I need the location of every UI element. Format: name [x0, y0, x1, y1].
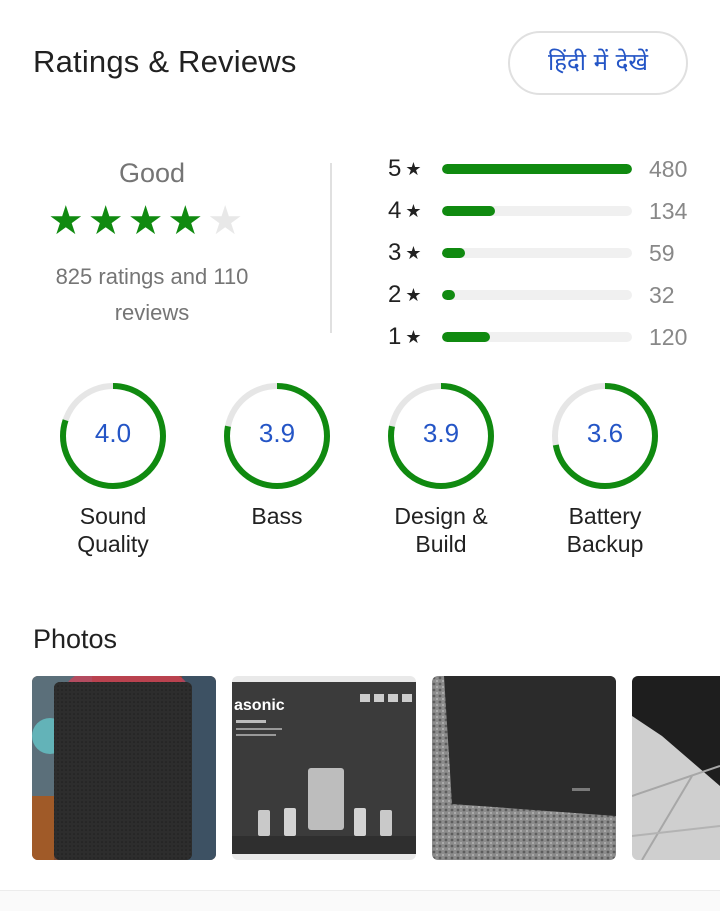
speaker-box-photo: asonic — [232, 676, 416, 860]
star-filled-icon: ★ — [167, 198, 204, 244]
rating-bar-fill — [442, 248, 465, 258]
photos-heading: Photos — [33, 624, 118, 654]
next-section-edge — [0, 890, 720, 911]
box-brand-text: asonic — [234, 697, 285, 714]
rating-count: 480 — [649, 155, 688, 182]
star-level-number: 2 — [388, 281, 402, 308]
star-empty-icon: ★ — [207, 198, 244, 244]
rating-verdict: Good — [118, 158, 186, 188]
aspect-gauge[interactable]: 3.6 Battery Backup — [530, 380, 680, 558]
star-icon: ★ — [405, 242, 422, 264]
aspect-gauge[interactable]: 4.0 Sound Quality — [38, 380, 188, 558]
rating-summary: Good ★ ★ ★ ★ ★ 825 ratings and 110 reviews — [30, 152, 274, 331]
star-level-number: 4 — [388, 197, 402, 224]
star-rating: ★ ★ ★ ★ ★ — [17, 201, 274, 241]
photo-thumbnail-2[interactable]: asonic — [232, 676, 416, 860]
rating-bar-fill — [442, 164, 632, 174]
aspect-score: 3.9 — [422, 418, 460, 448]
rating-bar-track — [442, 332, 632, 342]
aspect-label: Bass — [251, 503, 303, 529]
star-level-label: 3 ★ — [388, 239, 426, 267]
rating-bar-fill — [442, 290, 456, 300]
star-filled-icon: ★ — [127, 198, 164, 244]
rating-distribution: 5 ★ 480 4 ★ 134 3 ★ 59 2 ★ 32 1 ★ 120 — [388, 148, 708, 358]
ratings-count: 825 ratings and 110 reviews — [55, 264, 249, 325]
rating-bar-row: 3 ★ 59 — [388, 232, 708, 274]
speaker-photo-1 — [32, 676, 216, 860]
star-level-number: 3 — [388, 239, 402, 266]
aspect-score: 3.6 — [586, 418, 624, 448]
photo-thumbnail-3[interactable] — [432, 676, 616, 860]
rating-bar-fill — [442, 332, 490, 342]
rating-count: 120 — [649, 323, 688, 350]
star-level-number: 5 — [388, 155, 402, 182]
rating-bar-row: 1 ★ 120 — [388, 316, 708, 358]
aspect-gauge[interactable]: 3.9 Bass — [202, 380, 352, 530]
star-icon: ★ — [405, 326, 422, 348]
star-icon: ★ — [405, 284, 422, 306]
subwoofer-photo — [432, 676, 616, 860]
rating-bar-fill — [442, 206, 496, 216]
rating-bar-row: 5 ★ 480 — [388, 148, 708, 190]
aspect-label: Battery Backup — [566, 503, 644, 557]
star-icon: ★ — [405, 158, 422, 180]
view-in-hindi-button[interactable]: हिंदी में देखें — [508, 31, 688, 95]
rating-count: 59 — [649, 239, 675, 266]
aspect-label: Design & Build — [394, 503, 488, 557]
star-level-number: 1 — [388, 323, 402, 350]
star-icon: ★ — [405, 200, 422, 222]
star-filled-icon: ★ — [47, 198, 84, 244]
rating-bar-row: 2 ★ 32 — [388, 274, 708, 316]
photo-thumbnail-4[interactable] — [632, 676, 720, 860]
rating-bar-track — [442, 290, 632, 300]
star-level-label: 1 ★ — [388, 323, 426, 351]
aspect-score: 4.0 — [94, 418, 132, 448]
star-level-label: 4 ★ — [388, 197, 426, 225]
aspect-score: 3.9 — [258, 418, 296, 448]
star-level-label: 2 ★ — [388, 281, 426, 309]
star-filled-icon: ★ — [87, 198, 124, 244]
rating-count: 32 — [649, 281, 675, 308]
rating-bar-track — [442, 206, 632, 216]
rating-bar-track — [442, 164, 632, 174]
summary-divider — [330, 163, 332, 333]
page-title: Ratings & Reviews — [33, 44, 297, 79]
rating-bar-track — [442, 248, 632, 258]
star-level-label: 5 ★ — [388, 155, 426, 183]
aspect-gauge[interactable]: 3.9 Design & Build — [366, 380, 516, 558]
rating-bar-row: 4 ★ 134 — [388, 190, 708, 232]
aspect-label: Sound Quality — [77, 503, 149, 557]
photo-thumbnail-1[interactable] — [32, 676, 216, 860]
speaker-floor-photo — [632, 676, 720, 860]
rating-count: 134 — [649, 197, 688, 224]
